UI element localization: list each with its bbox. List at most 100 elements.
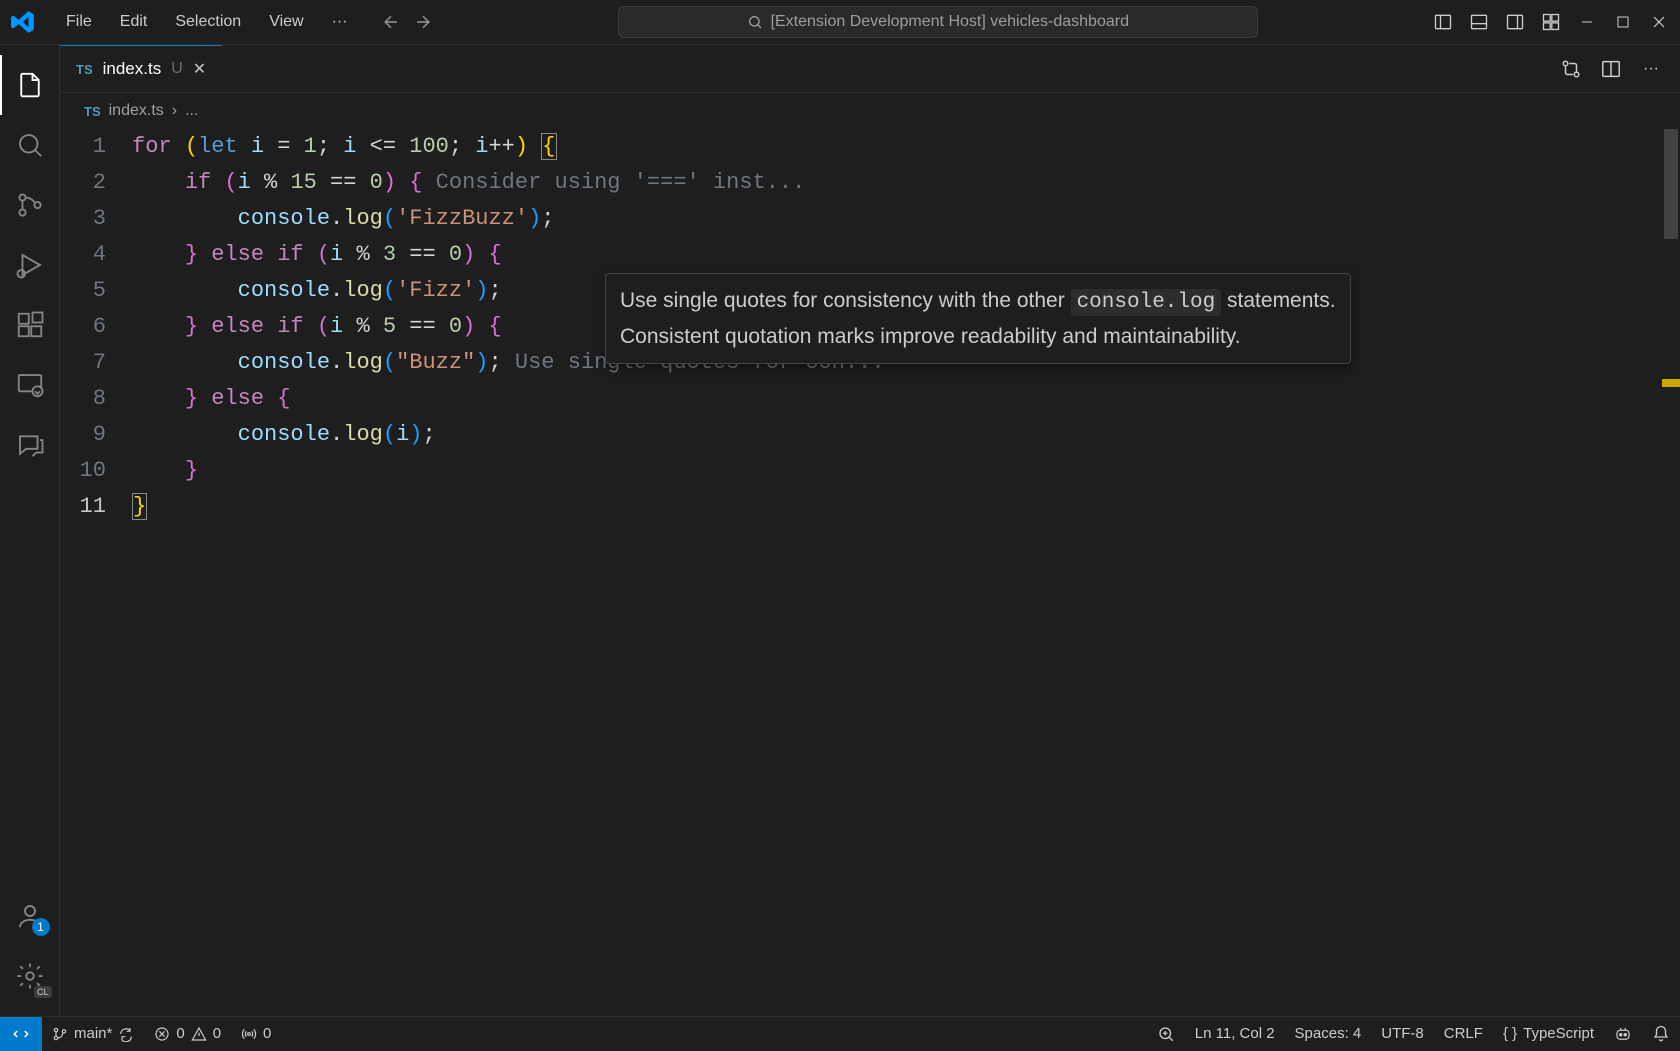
window-maximize-icon[interactable] <box>1612 11 1634 33</box>
menu-view[interactable]: View <box>257 7 315 37</box>
warning-icon <box>191 1026 207 1042</box>
code-content: for (let i = 1; i <= 100; i++) { <box>132 129 557 165</box>
code-content: if (i % 15 == 0) { Consider using '===' … <box>132 165 805 201</box>
status-language[interactable]: { } TypeScript <box>1493 1025 1604 1042</box>
layout-right-icon[interactable] <box>1504 11 1526 33</box>
status-copilot-icon[interactable] <box>1604 1025 1642 1043</box>
code-line[interactable]: 10 } <box>60 453 1680 489</box>
status-indentation[interactable]: Spaces: 4 <box>1285 1025 1372 1042</box>
remote-indicator-icon[interactable] <box>0 1017 42 1051</box>
menu-selection[interactable]: Selection <box>163 7 253 37</box>
hover-tooltip: Use single quotes for consistency with t… <box>605 273 1351 364</box>
code-content: console.log(i); <box>132 417 436 453</box>
breadcrumb-file: index.ts <box>109 102 164 120</box>
error-icon <box>154 1026 170 1042</box>
code-line[interactable]: 9 console.log(i); <box>60 417 1680 453</box>
code-line[interactable]: 1for (let i = 1; i <= 100; i++) { <box>60 129 1680 165</box>
window-close-icon[interactable] <box>1648 11 1670 33</box>
activity-settings-icon[interactable]: CL <box>0 946 60 1006</box>
code-content: console.log('Fizz'); <box>132 273 502 309</box>
accounts-badge: 1 <box>32 918 50 936</box>
command-center[interactable]: [Extension Development Host] vehicles-da… <box>618 6 1258 38</box>
activity-search-icon[interactable] <box>0 115 60 175</box>
code-line[interactable]: 8 } else { <box>60 381 1680 417</box>
status-zoom-icon[interactable] <box>1147 1025 1185 1043</box>
tab-filename: index.ts <box>103 59 162 79</box>
antenna-icon <box>241 1026 257 1042</box>
scrollbar-thumb[interactable] <box>1664 129 1678 239</box>
status-notifications-icon[interactable] <box>1642 1025 1680 1043</box>
code-content: } <box>132 489 147 525</box>
code-content: } else { <box>132 381 290 417</box>
nav-forward-icon[interactable] <box>412 11 434 33</box>
tab-close-icon[interactable]: ✕ <box>193 59 206 79</box>
activity-accounts-icon[interactable]: 1 <box>0 886 60 946</box>
activity-extensions-icon[interactable] <box>0 295 60 355</box>
breadcrumb[interactable]: TS index.ts › ... <box>60 93 1680 129</box>
more-actions-icon[interactable]: ··· <box>1640 58 1662 80</box>
layout-customize-icon[interactable] <box>1540 11 1562 33</box>
status-problems[interactable]: 0 0 <box>144 1017 231 1050</box>
hover-line-2: Consistent quotation marks improve reada… <box>620 320 1336 354</box>
line-number: 11 <box>60 489 132 525</box>
breadcrumb-rest: ... <box>185 102 198 120</box>
layout-left-icon[interactable] <box>1432 11 1454 33</box>
code-line[interactable]: 11} <box>60 489 1680 525</box>
status-ports[interactable]: 0 <box>231 1017 281 1050</box>
window-minimize-icon[interactable] <box>1576 11 1598 33</box>
menu-more-icon[interactable]: ··· <box>320 7 360 37</box>
tabs-bar: TS index.ts U ✕ ··· <box>60 45 1680 93</box>
typescript-file-icon: TS <box>76 62 93 77</box>
status-branch[interactable]: main* <box>42 1017 144 1050</box>
title-bar: File Edit Selection View ··· [Extension … <box>0 0 1680 45</box>
status-encoding[interactable]: UTF-8 <box>1371 1025 1434 1042</box>
line-number: 9 <box>60 417 132 453</box>
code-content: } else if (i % 5 == 0) { <box>132 309 502 345</box>
layout-bottom-icon[interactable] <box>1468 11 1490 33</box>
typescript-file-icon: TS <box>84 104 101 119</box>
line-number: 2 <box>60 165 132 201</box>
code-content: console.log('FizzBuzz'); <box>132 201 555 237</box>
scroll-marker-warning <box>1662 379 1680 387</box>
code-editor[interactable]: 1for (let i = 1; i <= 100; i++) {2 if (i… <box>60 129 1680 1016</box>
tab-git-status: U <box>171 60 183 78</box>
status-bar: main* 0 0 0 Ln 11, Col 2 Spaces: 4 UTF-8… <box>0 1016 1680 1050</box>
command-center-text: [Extension Development Host] vehicles-da… <box>771 13 1129 31</box>
compare-changes-icon[interactable] <box>1560 58 1582 80</box>
activity-run-debug-icon[interactable] <box>0 235 60 295</box>
line-number: 5 <box>60 273 132 309</box>
editor-scrollbar[interactable] <box>1662 129 1680 749</box>
code-line[interactable]: 2 if (i % 15 == 0) { Consider using '===… <box>60 165 1680 201</box>
menu-file[interactable]: File <box>54 7 104 37</box>
activity-comments-icon[interactable] <box>0 415 60 475</box>
line-number: 10 <box>60 453 132 489</box>
code-line[interactable]: 4 } else if (i % 3 == 0) { <box>60 237 1680 273</box>
vscode-logo-icon <box>10 9 36 35</box>
code-line[interactable]: 3 console.log('FizzBuzz'); <box>60 201 1680 237</box>
breadcrumb-separator: › <box>172 102 177 120</box>
line-number: 8 <box>60 381 132 417</box>
settings-badge: CL <box>34 986 52 998</box>
line-number: 7 <box>60 345 132 381</box>
hover-line-1: Use single quotes for consistency with t… <box>620 284 1336 320</box>
menu-edit[interactable]: Edit <box>108 7 160 37</box>
tab-index-ts[interactable]: TS index.ts U ✕ <box>60 45 222 92</box>
braces-icon: { } <box>1503 1025 1517 1042</box>
activity-explorer-icon[interactable] <box>0 55 60 115</box>
status-cursor[interactable]: Ln 11, Col 2 <box>1185 1025 1285 1042</box>
menu-bar: File Edit Selection View ··· <box>54 7 360 37</box>
activity-bar: 1 CL <box>0 45 60 1016</box>
status-eol[interactable]: CRLF <box>1434 1025 1493 1042</box>
line-number: 3 <box>60 201 132 237</box>
line-number: 6 <box>60 309 132 345</box>
sync-icon <box>118 1026 134 1042</box>
code-content: } <box>132 453 198 489</box>
split-editor-icon[interactable] <box>1600 58 1622 80</box>
activity-source-control-icon[interactable] <box>0 175 60 235</box>
activity-remote-explorer-icon[interactable] <box>0 355 60 415</box>
code-content: } else if (i % 3 == 0) { <box>132 237 502 273</box>
line-number: 4 <box>60 237 132 273</box>
line-number: 1 <box>60 129 132 165</box>
hover-code-snippet: console.log <box>1071 289 1222 316</box>
nav-back-icon[interactable] <box>380 11 402 33</box>
